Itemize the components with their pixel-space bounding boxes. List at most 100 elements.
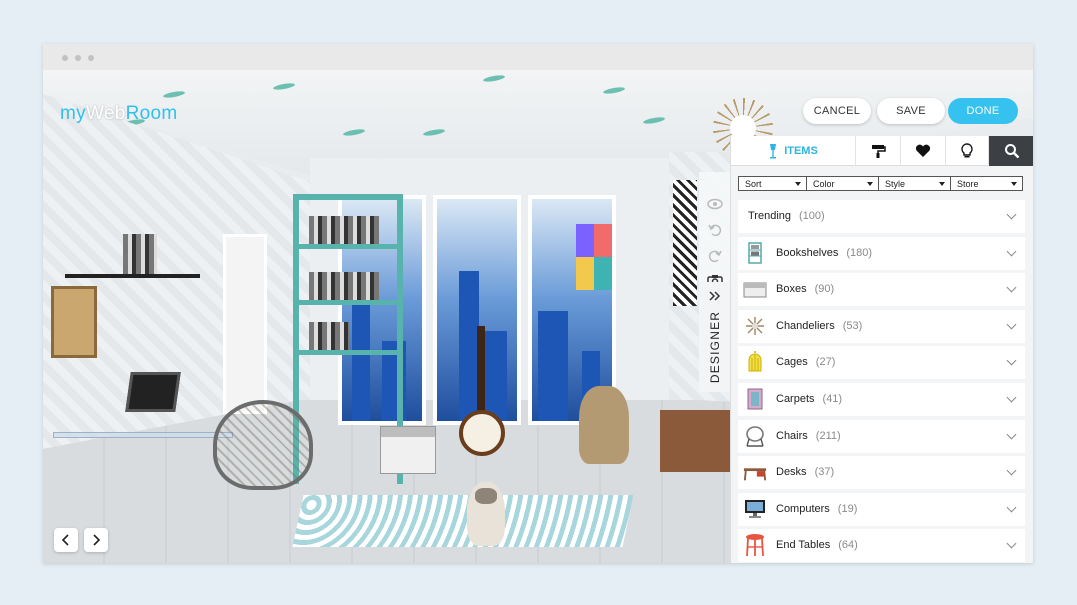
category-name-text: Trending	[748, 210, 792, 222]
category-count: (53)	[842, 319, 863, 332]
category-row-computers[interactable]: Computers (19)	[738, 492, 1025, 526]
category-row-boxes[interactable]: Boxes (90)	[738, 273, 1025, 307]
banjo[interactable]	[459, 410, 505, 456]
chevron-down-icon[interactable]	[1006, 355, 1017, 366]
logo-part-room: Room	[125, 103, 178, 124]
birdcage-icon	[743, 350, 767, 374]
tab-paint[interactable]	[856, 136, 901, 166]
double-chevron-right-icon[interactable]	[705, 286, 725, 306]
category-name: End Tables (64)	[776, 539, 858, 551]
title-bar	[43, 44, 1033, 70]
window-dot	[88, 55, 94, 61]
lamp-icon	[770, 144, 777, 159]
shelf-board	[299, 350, 397, 355]
patterned-panel[interactable]	[673, 180, 697, 306]
search-icon	[1004, 144, 1019, 159]
chevron-down-icon[interactable]	[1006, 465, 1017, 476]
designer-toggle[interactable]: DESIGNER	[699, 282, 731, 392]
category-row-cages[interactable]: Cages (27)	[738, 346, 1025, 380]
skyline-building	[538, 311, 568, 421]
chair-icon	[743, 424, 767, 448]
eye-icon[interactable]	[705, 194, 725, 214]
chandelier-icon	[743, 314, 767, 338]
category-name: Boxes (90)	[776, 283, 834, 295]
store-dropdown-label: Store	[957, 178, 979, 189]
wooden-side-table[interactable]	[660, 410, 735, 472]
shelf-board	[299, 300, 397, 305]
chevron-down-icon[interactable]	[1006, 538, 1017, 549]
app-logo: myWebRoom	[60, 103, 177, 125]
redo-icon[interactable]	[705, 246, 725, 266]
caret-down-icon	[867, 182, 873, 186]
chevron-down-icon[interactable]	[1006, 392, 1017, 403]
done-button[interactable]: DONE	[948, 98, 1018, 124]
chevron-down-icon[interactable]	[1006, 209, 1017, 220]
category-name: Chairs (211)	[776, 430, 841, 442]
plush-cat[interactable]	[467, 482, 505, 546]
glass-desk[interactable]	[53, 432, 233, 438]
cat-face	[475, 488, 497, 504]
paint-roller-icon	[872, 145, 886, 158]
caret-down-icon	[795, 182, 801, 186]
category-name-text: Desks	[776, 466, 807, 479]
chevron-down-icon[interactable]	[1006, 429, 1017, 440]
heart-icon	[915, 144, 931, 157]
category-name: Trending (100)	[748, 210, 825, 222]
store-dropdown[interactable]: Store	[950, 176, 1023, 191]
designer-label-wrap: DESIGNER	[699, 304, 731, 390]
category-count: (180)	[846, 246, 873, 259]
shelf-board	[299, 244, 397, 249]
undo-icon[interactable]	[705, 220, 725, 240]
category-count: (90)	[814, 283, 835, 296]
items-panel: ITEMS Sort Color Style Store Trending (1…	[730, 136, 1033, 563]
category-row-chandeliers[interactable]: Chandeliers (53)	[738, 309, 1025, 343]
chevron-down-icon[interactable]	[1006, 319, 1017, 330]
tab-items-label: ITEMS	[784, 145, 818, 157]
rug[interactable]	[292, 495, 634, 547]
category-name: Desks (37)	[776, 466, 834, 478]
caret-down-icon	[1011, 182, 1017, 186]
wall-art[interactable]	[576, 224, 612, 290]
category-row-carpets[interactable]: Carpets (41)	[738, 382, 1025, 416]
category-name-text: Boxes	[776, 283, 807, 296]
chevron-down-icon[interactable]	[1006, 246, 1017, 257]
shelf-books[interactable]	[123, 234, 157, 274]
room-scene[interactable]: myWebRoom CANCEL SAVE DONE DESIGNER ITEM…	[43, 70, 1033, 563]
category-name: Cages (27)	[776, 356, 835, 368]
skyline-building	[485, 331, 507, 421]
category-name: Chandeliers (53)	[776, 320, 862, 332]
door[interactable]	[223, 234, 267, 414]
category-row-desks[interactable]: Desks (37)	[738, 456, 1025, 490]
category-name: Carpets (41)	[776, 393, 842, 405]
category-row-end-tables[interactable]: End Tables (64)	[738, 529, 1025, 563]
save-button[interactable]: SAVE	[877, 98, 945, 124]
style-dropdown[interactable]: Style	[878, 176, 951, 191]
category-row-bookshelves[interactable]: Bookshelves (180)	[738, 236, 1025, 270]
sort-dropdown[interactable]: Sort	[738, 176, 807, 191]
category-row-trending[interactable]: Trending (100)	[738, 200, 1025, 233]
tab-items[interactable]: ITEMS	[731, 136, 856, 166]
laptop[interactable]	[125, 372, 181, 412]
color-dropdown[interactable]: Color	[806, 176, 879, 191]
cancel-button[interactable]: CANCEL	[803, 98, 871, 124]
tab-search[interactable]	[989, 136, 1033, 166]
chevron-down-icon[interactable]	[1006, 282, 1017, 293]
category-row-chairs[interactable]: Chairs (211)	[738, 419, 1025, 453]
tab-favorites[interactable]	[901, 136, 946, 166]
category-name-text: Chairs	[776, 429, 808, 442]
next-room-button[interactable]	[84, 528, 108, 552]
category-name: Computers (19)	[776, 503, 857, 515]
elephant-side-table[interactable]	[579, 386, 629, 464]
rocking-chair[interactable]	[213, 400, 313, 490]
window-dot	[75, 55, 81, 61]
category-count: (27)	[815, 356, 836, 369]
wall-shelf[interactable]	[65, 274, 200, 278]
prev-room-button[interactable]	[54, 528, 78, 552]
chevron-down-icon[interactable]	[1006, 502, 1017, 513]
shelf-books	[309, 216, 379, 244]
color-dropdown-label: Color	[813, 178, 835, 189]
tab-lighting[interactable]	[946, 136, 989, 166]
storage-box[interactable]	[380, 426, 436, 474]
corkboard[interactable]	[51, 286, 97, 358]
chevron-left-icon	[61, 534, 69, 546]
